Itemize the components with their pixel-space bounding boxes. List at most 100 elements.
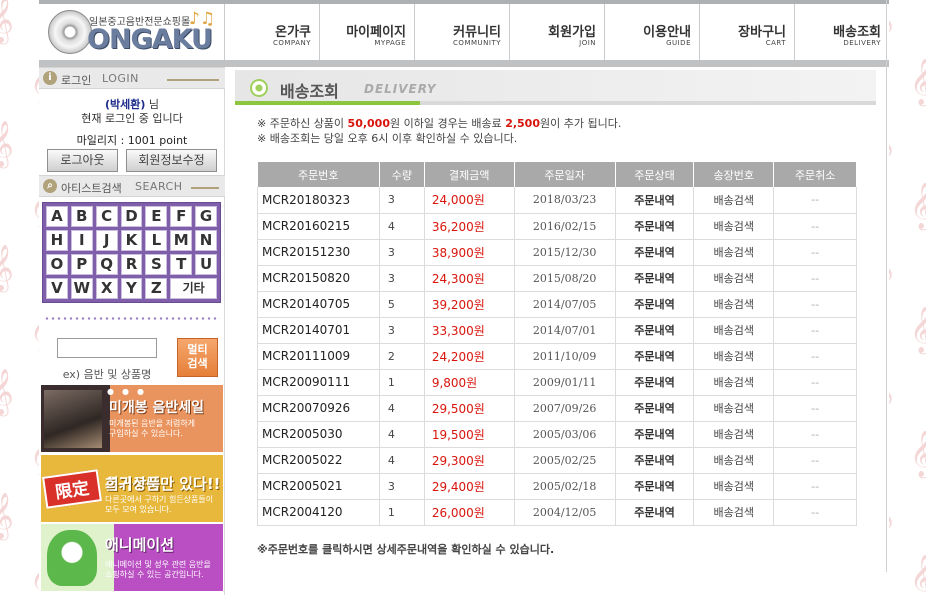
tracking-search-link[interactable]: 배송검색 [693, 187, 775, 214]
artist-key-h[interactable]: H [46, 230, 68, 251]
order-status-link[interactable]: 주문내역 [615, 447, 695, 474]
page-title: 배송조회 [280, 82, 339, 101]
artist-key-r[interactable]: R [120, 254, 143, 275]
nav-label: 배송조회 [833, 25, 881, 40]
order-status-link[interactable]: 주문내역 [615, 213, 695, 240]
order-number-link[interactable]: MCR20070926 [257, 395, 380, 422]
artist-key-b[interactable]: B [70, 206, 93, 227]
tracking-search-link[interactable]: 배송검색 [693, 369, 775, 396]
artist-key-y[interactable]: Y [120, 278, 143, 299]
tracking-search-link[interactable]: 배송검색 [693, 239, 775, 266]
order-status-link[interactable]: 주문내역 [615, 291, 695, 318]
nav-join[interactable]: 회원가입 JOIN [509, 4, 604, 60]
tracking-search-link[interactable]: 배송검색 [693, 473, 775, 500]
artist-key-i[interactable]: I [70, 230, 93, 251]
order-status-link[interactable]: 주문내역 [615, 473, 695, 500]
order-number-link[interactable]: MCR2005021 [257, 473, 380, 500]
artist-key-s[interactable]: S [145, 254, 168, 275]
order-status-link[interactable]: 주문내역 [615, 187, 695, 214]
tracking-search-link[interactable]: 배송검색 [693, 291, 775, 318]
tracking-search-link[interactable]: 배송검색 [693, 447, 775, 474]
order-number-link[interactable]: MCR20111009 [257, 343, 380, 370]
table-row: MCR20140701 3 33,300원 2014/07/01 주문내역 배송검색 -- [257, 317, 857, 344]
nav-cart[interactable]: 장바구니 CART [699, 4, 794, 60]
tracking-search-link[interactable]: 배송검색 [693, 395, 775, 422]
artist-key-t[interactable]: T [170, 254, 193, 275]
treble-clef-icon: 𝄞 [910, 555, 926, 595]
tracking-search-link[interactable]: 배송검색 [693, 343, 775, 370]
artist-key-f[interactable]: F [170, 206, 193, 227]
tracking-search-link[interactable]: 배송검색 [693, 265, 775, 292]
nav-guide[interactable]: 이용안내 GUIDE [604, 4, 699, 60]
order-status-link[interactable]: 주문내역 [615, 421, 695, 448]
artist-key-m[interactable]: M [170, 230, 193, 251]
table-row: MCR20070926 4 29,500원 2007/09/26 주문내역 배송검색 -- [257, 395, 857, 422]
quantity-cell: 3 [379, 239, 425, 266]
order-number-link[interactable]: MCR2004120 [257, 499, 380, 526]
order-number-link[interactable]: MCR20180323 [257, 187, 380, 214]
order-status-link[interactable]: 주문내역 [615, 369, 695, 396]
quantity-cell: 3 [379, 317, 425, 344]
multi-search-button[interactable]: 멀티 검색 [177, 338, 218, 377]
artist-key-k[interactable]: K [120, 230, 143, 251]
tracking-search-link[interactable]: 배송검색 [693, 317, 775, 344]
order-status-link[interactable]: 주문내역 [615, 317, 695, 344]
tracking-search-link[interactable]: 배송검색 [693, 421, 775, 448]
artist-key-etc[interactable]: 기타 [170, 278, 217, 299]
artist-key-v[interactable]: V [46, 278, 68, 299]
artist-key-a[interactable]: A [46, 206, 68, 227]
order-status-link[interactable]: 주문내역 [615, 499, 695, 526]
order-number-link[interactable]: MCR20150820 [257, 265, 380, 292]
artist-key-p[interactable]: P [70, 254, 93, 275]
edit-profile-button[interactable]: 회원정보수정 [126, 149, 217, 172]
artist-key-u[interactable]: U [195, 254, 217, 275]
mileage: 마일리지 : 1001 point [76, 134, 188, 147]
table-row: MCR2004120 1 26,000원 2004/12/05 주문내역 배송검색 -- [257, 499, 857, 526]
order-number-link[interactable]: MCR20090111 [257, 369, 380, 396]
artist-key-x[interactable]: X [95, 278, 118, 299]
tracking-search-link[interactable]: 배송검색 [693, 213, 775, 240]
artist-key-d[interactable]: D [120, 206, 143, 227]
cancel-cell: -- [773, 499, 857, 526]
banner-rare-items[interactable]: 限定 온가쿠에만 있다!! 희귀상품 다른곳에서 구하기 힘든상품들이 모두 모… [41, 455, 223, 522]
login-status: 현재 로그인 중 입니다 [81, 112, 183, 125]
artist-key-g[interactable]: G [195, 206, 217, 227]
tracking-search-link[interactable]: 배송검색 [693, 499, 775, 526]
cancel-cell: -- [773, 343, 857, 370]
nav-delivery[interactable]: 배송조회 DELIVERY [794, 4, 889, 60]
artist-key-q[interactable]: Q [95, 254, 118, 275]
artist-key-w[interactable]: W [70, 278, 93, 299]
right-border-line [886, 0, 887, 572]
nav-company[interactable]: 온가쿠 COMPANY [224, 4, 319, 60]
artist-key-l[interactable]: L [145, 230, 168, 251]
logout-button[interactable]: 로그아웃 [47, 149, 118, 172]
artist-key-o[interactable]: O [46, 254, 68, 275]
order-date-cell: 2018/03/23 [514, 187, 616, 214]
nav-community[interactable]: 커뮤니티 COMMUNITY [414, 4, 509, 60]
order-number-link[interactable]: MCR2005022 [257, 447, 380, 474]
artist-key-n[interactable]: N [195, 230, 217, 251]
site-logo[interactable]: 일본중고음반전문쇼핑몰 ONGAKU ♪♫ [39, 4, 224, 60]
order-number-link[interactable]: MCR2005030 [257, 421, 380, 448]
artist-key-c[interactable]: C [95, 206, 118, 227]
music-note-icon: ♪♫ [189, 9, 216, 29]
order-status-link[interactable]: 주문내역 [615, 343, 695, 370]
artist-key-j[interactable]: J [95, 230, 118, 251]
order-number-link[interactable]: MCR20140701 [257, 317, 380, 344]
order-number-link[interactable]: MCR20151230 [257, 239, 380, 266]
order-status-link[interactable]: 주문내역 [615, 265, 695, 292]
notice-line-time: ※ 배송조회는 당일 오후 6시 이후 확인하실 수 있습니다. [257, 132, 518, 145]
order-number-link[interactable]: MCR20140705 [257, 291, 380, 318]
artist-key-e[interactable]: E [145, 206, 168, 227]
order-status-link[interactable]: 주문내역 [615, 239, 695, 266]
column-header: 수량 [379, 162, 425, 187]
main-nav: 온가쿠 COMPANY 마이페이지 MYPAGE 커뮤니티 COMMUNITY … [224, 4, 889, 60]
nav-mypage[interactable]: 마이페이지 MYPAGE [319, 4, 414, 60]
artist-key-z[interactable]: Z [145, 278, 168, 299]
column-header: 송장번호 [693, 162, 775, 187]
order-status-link[interactable]: 주문내역 [615, 395, 695, 422]
banner-unopened-sale[interactable]: ●●● 미개봉 음반세일 미개봉된 음반을 저렴하게 구입하실 수 있습니다. [41, 385, 223, 452]
banner-animation[interactable]: 애니메이션 애니메이션 및 성우 관련 음반을 쇼핑하실 수 있는 공간입니다. [41, 524, 223, 591]
order-number-link[interactable]: MCR20160215 [257, 213, 380, 240]
multi-search-input[interactable] [57, 338, 157, 358]
